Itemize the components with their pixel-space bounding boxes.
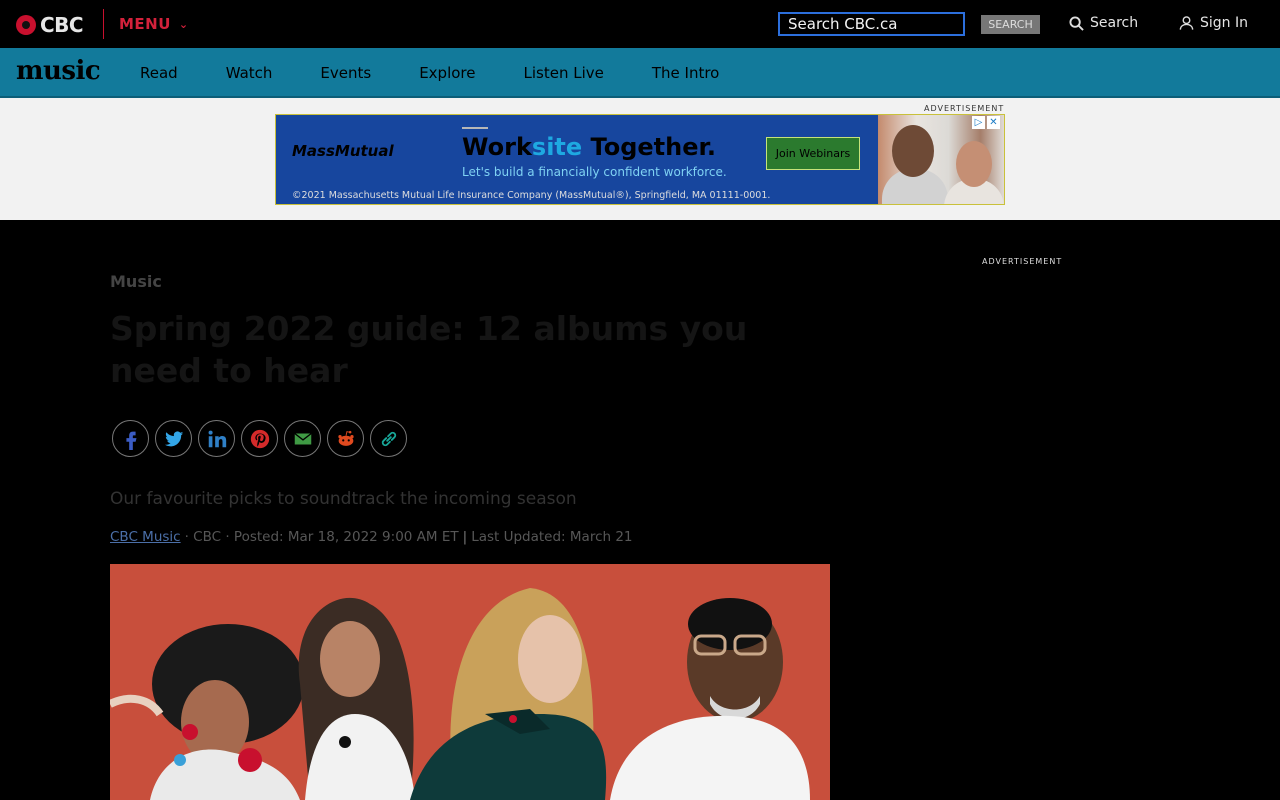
article-deck: Our favourite picks to soundtrack the in… — [110, 489, 577, 509]
search-icon — [1069, 15, 1084, 31]
byline-updated: Last Updated: March 21 — [471, 529, 633, 545]
reddit-share-button[interactable] — [327, 420, 364, 457]
sign-in-label: Sign In — [1200, 15, 1248, 31]
byline-source: · CBC · Posted: Mar 18, 2022 9:00 AM ET — [184, 529, 459, 545]
copy-link-button[interactable] — [370, 420, 407, 457]
ad-controls: ▷ ✕ — [972, 116, 1000, 129]
facebook-icon — [125, 431, 136, 450]
ad-banner[interactable]: MassMutual Worksite Together. Let's buil… — [275, 114, 1005, 205]
share-bar — [112, 420, 407, 457]
ad-rule — [462, 127, 488, 129]
byline-separator: | — [462, 529, 468, 545]
close-icon[interactable]: ✕ — [987, 116, 1000, 129]
hero-image — [110, 564, 830, 800]
chevron-down-icon: ⌄ — [178, 17, 189, 31]
twitter-icon — [164, 430, 183, 446]
search-link[interactable]: Search — [1069, 15, 1138, 31]
nav-item-watch[interactable]: Watch — [226, 64, 273, 82]
reddit-icon — [337, 430, 354, 446]
sidebar-ad-label: ADVERTISEMENT — [982, 257, 1063, 266]
twitter-share-button[interactable] — [155, 420, 192, 457]
nav-item-the-intro[interactable]: The Intro — [652, 64, 720, 82]
cbc-logo[interactable]: CBC — [16, 12, 84, 38]
nav-item-events[interactable]: Events — [320, 64, 371, 82]
hero-artists-illustration — [110, 564, 830, 800]
menu-label: MENU — [119, 15, 171, 33]
section-kicker[interactable]: Music — [110, 272, 162, 291]
facebook-share-button[interactable] — [112, 420, 149, 457]
pinterest-icon — [250, 429, 269, 448]
nav-item-read[interactable]: Read — [140, 64, 178, 82]
section-nav: music Read Watch Events Explore Listen L… — [0, 48, 1280, 98]
author-link[interactable]: CBC Music — [110, 529, 181, 545]
cbc-logo-text: CBC — [40, 13, 84, 37]
adchoices-icon[interactable]: ▷ — [972, 116, 985, 129]
nav-item-listen-live[interactable]: Listen Live — [524, 64, 604, 82]
cbc-gem-icon — [16, 15, 36, 35]
byline: CBC Music · CBC · Posted: Mar 18, 2022 9… — [110, 529, 633, 545]
sign-in-link[interactable]: Sign In — [1179, 15, 1248, 31]
ad-legal-text: ©2021 Massachusetts Mutual Life Insuranc… — [292, 190, 771, 201]
menu-button[interactable]: MENU ⌄ — [119, 15, 189, 33]
nav-item-explore[interactable]: Explore — [419, 64, 475, 82]
email-icon — [293, 432, 312, 444]
nav-items: Read Watch Events Explore Listen Live Th… — [140, 48, 767, 98]
linkedin-icon — [208, 430, 226, 447]
link-icon — [381, 431, 396, 446]
ad-subline: Let's build a financially confident work… — [462, 165, 727, 179]
user-icon — [1179, 16, 1194, 30]
article-headline: Spring 2022 guide: 12 albums you need to… — [110, 309, 748, 390]
header-divider — [103, 9, 104, 39]
music-section-logo[interactable]: music — [16, 56, 101, 86]
email-share-button[interactable] — [284, 420, 321, 457]
top-bar: CBC MENU ⌄ SEARCH Search Sign In — [0, 0, 1280, 48]
search-link-label: Search — [1090, 15, 1139, 31]
search-input[interactable] — [778, 12, 965, 36]
ad-label: ADVERTISEMENT — [924, 104, 1005, 113]
search-submit-button[interactable]: SEARCH — [981, 15, 1040, 34]
pinterest-share-button[interactable] — [241, 420, 278, 457]
ad-cta-button[interactable]: Join Webinars — [766, 137, 860, 170]
ad-brand-logo: MassMutual — [292, 142, 394, 160]
linkedin-share-button[interactable] — [198, 420, 235, 457]
ad-headline: Worksite Together. — [462, 133, 717, 161]
